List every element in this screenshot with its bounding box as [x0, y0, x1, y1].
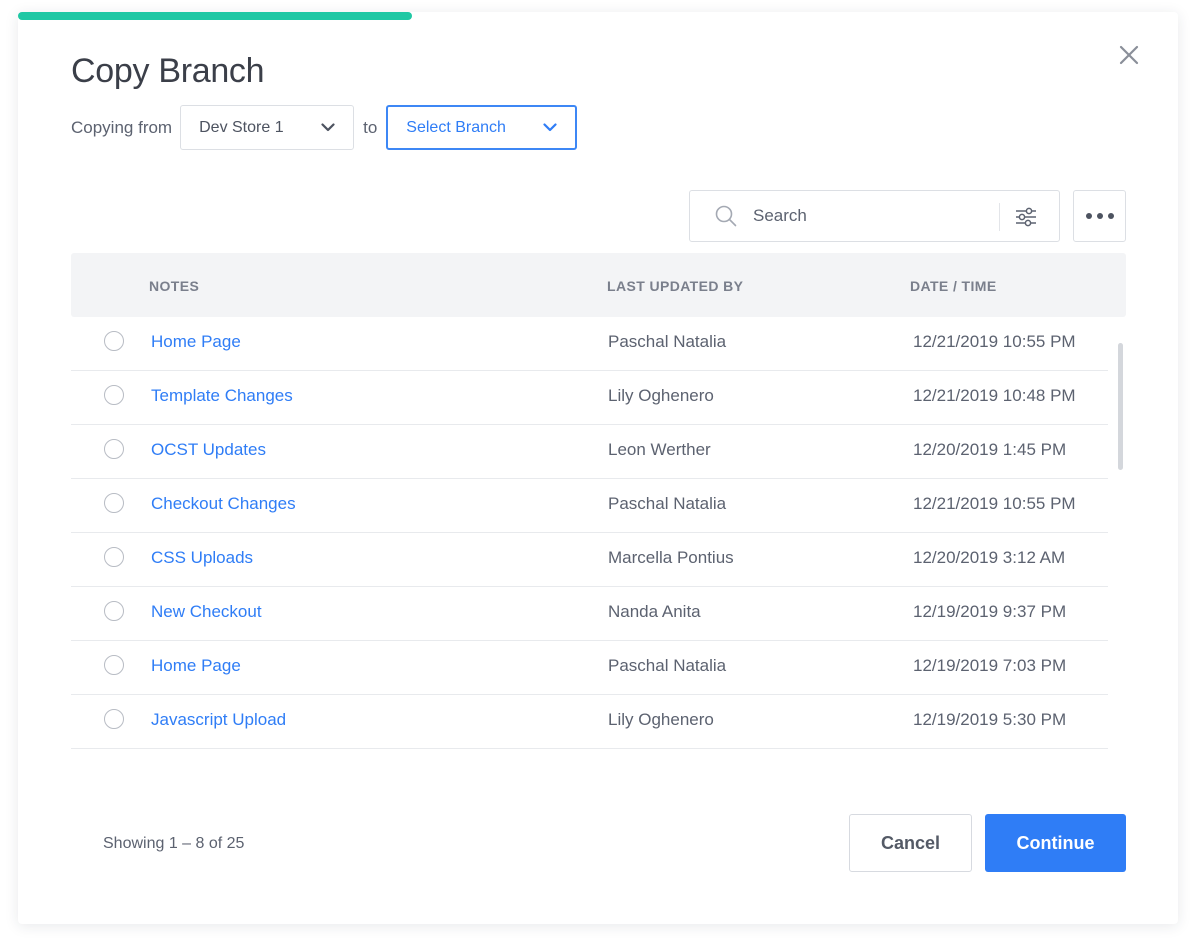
table-toolbar — [689, 190, 1126, 242]
row-note-link[interactable]: Javascript Upload — [151, 710, 286, 730]
chevron-down-icon — [321, 123, 335, 132]
row-note-link[interactable]: New Checkout — [151, 602, 262, 622]
row-updated-by: Nanda Anita — [608, 602, 701, 621]
more-horizontal-icon — [1085, 213, 1114, 219]
row-updated-by: Lily Oghenero — [608, 386, 714, 405]
row-updated-by: Paschal Natalia — [608, 332, 727, 351]
close-icon — [1119, 45, 1139, 65]
table-body: Home Page Paschal Natalia 12/21/2019 10:55… — [71, 317, 1108, 749]
row-updated-by: Leon Werther — [608, 440, 711, 459]
column-header-notes: NOTES — [149, 278, 200, 294]
column-header-last-updated-by: LAST UPDATED BY — [607, 278, 744, 294]
table-row[interactable]: CSS Uploads Marcella Pontius 12/20/2019 3:… — [71, 533, 1108, 587]
target-branch-select[interactable]: Select Branch — [386, 105, 578, 150]
close-button[interactable] — [1114, 40, 1144, 70]
table-header: NOTES LAST UPDATED BY DATE / TIME — [71, 253, 1126, 317]
sliders-icon — [1016, 207, 1036, 227]
row-select-radio[interactable] — [104, 493, 124, 513]
modal-title: Copy Branch — [71, 52, 265, 90]
row-note-link[interactable]: Home Page — [151, 656, 241, 676]
table-row[interactable]: New Checkout Nanda Anita 12/19/2019 9:37 P… — [71, 587, 1108, 641]
row-note-link[interactable]: Home Page — [151, 332, 241, 352]
progress-bar-fill — [18, 12, 413, 20]
row-note-link[interactable]: Checkout Changes — [151, 494, 296, 514]
copy-row: Copying from Dev Store 1 to Select Branc… — [71, 104, 578, 151]
source-store-select[interactable]: Dev Store 1 — [180, 105, 355, 150]
row-select-radio[interactable] — [104, 709, 124, 729]
row-updated-by: Marcella Pontius — [608, 548, 734, 567]
row-updated-by: Lily Oghenero — [608, 710, 714, 729]
row-date-time: 12/19/2019 7:03 PM — [913, 656, 1067, 675]
row-select-radio[interactable] — [104, 385, 124, 405]
continue-button[interactable]: Continue — [985, 814, 1126, 872]
chevron-down-icon — [543, 123, 557, 132]
copying-from-label: Copying from — [71, 117, 173, 137]
more-options-button[interactable] — [1073, 190, 1126, 242]
search-divider — [999, 203, 1000, 231]
progress-bar — [18, 12, 1178, 20]
row-select-radio[interactable] — [104, 655, 124, 675]
table-row[interactable]: Home Page Paschal Natalia 12/19/2019 7:03 … — [71, 641, 1108, 695]
target-branch-placeholder: Select Branch — [406, 118, 506, 136]
row-select-radio[interactable] — [104, 439, 124, 459]
row-date-time: 12/19/2019 5:30 PM — [913, 710, 1067, 729]
table-row[interactable]: Template Changes Lily Oghenero 12/21/2019 … — [71, 371, 1108, 425]
search-box — [689, 190, 1060, 242]
table-row[interactable]: OCST Updates Leon Werther 12/20/2019 1:45 … — [71, 425, 1108, 479]
source-store-value: Dev Store 1 — [199, 118, 284, 136]
filter-button[interactable] — [1012, 203, 1040, 231]
row-note-link[interactable]: Template Changes — [151, 386, 293, 406]
row-date-time: 12/19/2019 9:37 PM — [913, 602, 1067, 621]
branches-table: NOTES LAST UPDATED BY DATE / TIME Home P… — [71, 253, 1126, 749]
copy-branch-modal: Copy Branch Copying from Dev Store 1 to … — [18, 12, 1178, 924]
row-date-time: 12/20/2019 3:12 AM — [913, 548, 1066, 567]
row-date-time: 12/21/2019 10:48 PM — [913, 386, 1076, 405]
column-header-date-time: DATE / TIME — [910, 278, 997, 294]
row-date-time: 12/20/2019 1:45 PM — [913, 440, 1067, 459]
table-row[interactable]: Checkout Changes Paschal Natalia 12/21/201… — [71, 479, 1108, 533]
table-row[interactable]: Javascript Upload Lily Oghenero 12/19/2019… — [71, 695, 1108, 749]
search-input[interactable] — [751, 205, 985, 227]
row-select-radio[interactable] — [104, 331, 124, 351]
row-note-link[interactable]: OCST Updates — [151, 440, 266, 460]
row-date-time: 12/21/2019 10:55 PM — [913, 494, 1076, 513]
row-updated-by: Paschal Natalia — [608, 656, 727, 675]
cancel-button[interactable]: Cancel — [849, 814, 972, 872]
table-scrollbar[interactable] — [1118, 343, 1123, 470]
row-note-link[interactable]: CSS Uploads — [151, 548, 253, 568]
table-row[interactable]: Home Page Paschal Natalia 12/21/2019 10:55… — [71, 317, 1108, 371]
row-select-radio[interactable] — [104, 601, 124, 621]
row-date-time: 12/21/2019 10:55 PM — [913, 332, 1076, 351]
row-updated-by: Paschal Natalia — [608, 494, 727, 513]
to-label: to — [363, 117, 378, 137]
search-icon — [715, 205, 737, 227]
row-select-radio[interactable] — [104, 547, 124, 567]
pagination-summary: Showing 1 – 8 of 25 — [103, 835, 245, 852]
